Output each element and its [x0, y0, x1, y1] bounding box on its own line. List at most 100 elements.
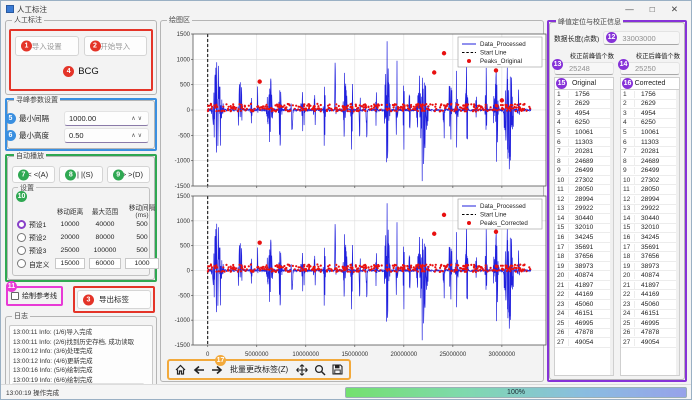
table-row[interactable]: 2446151 — [621, 310, 679, 320]
export-labels-button[interactable]: 3 导出标签 — [77, 290, 151, 309]
table-row[interactable]: 1938973 — [555, 262, 613, 272]
peak-value: 24689 — [635, 158, 679, 165]
table-row[interactable]: 2141897 — [621, 281, 679, 291]
peak-value: 32010 — [569, 224, 613, 231]
table-row[interactable]: 1430440 — [621, 214, 679, 224]
original-table[interactable]: 15 Original 1175622629349544625051006161… — [554, 77, 614, 376]
table-row[interactable]: 1837656 — [621, 252, 679, 262]
table-row[interactable]: 2647878 — [555, 329, 613, 339]
back-icon[interactable] — [192, 363, 205, 376]
table-row[interactable]: 1228994 — [621, 195, 679, 205]
table-row[interactable]: 510061 — [621, 128, 679, 138]
table-row[interactable]: 46250 — [621, 119, 679, 129]
table-row[interactable]: 2141897 — [555, 281, 613, 291]
peak-value: 35691 — [635, 244, 679, 251]
table-row[interactable]: 1128050 — [621, 185, 679, 195]
table-row[interactable]: 1532010 — [555, 224, 613, 234]
table-row[interactable]: 1329922 — [555, 205, 613, 215]
table-row[interactable]: 11756 — [621, 90, 679, 100]
table-row[interactable]: 1837656 — [555, 252, 613, 262]
peak-value: 6250 — [569, 119, 613, 126]
table-row[interactable]: 34954 — [621, 109, 679, 119]
log-box[interactable]: 13:00:11 Info: (1/6)导入完成13:00:11 Info: (… — [9, 325, 153, 388]
row-index: 20 — [621, 272, 635, 279]
table-row[interactable]: 1228994 — [555, 195, 613, 205]
table-row[interactable]: 1532010 — [621, 224, 679, 234]
table-row[interactable]: 1735691 — [555, 243, 613, 253]
spinner-chevrons-icon[interactable]: ∧∨ — [131, 132, 144, 139]
import-settings-button[interactable]: 1 导入设置 — [15, 36, 79, 56]
original-table-scrollbar[interactable] — [610, 90, 613, 375]
batch-edit-labels-button[interactable]: 批量更改标签(Z) — [228, 364, 290, 375]
home-icon[interactable] — [174, 363, 187, 376]
progress-bar: 100% — [345, 387, 687, 398]
corrected-table[interactable]: 16 Corrected 117562262934954462505100616… — [620, 77, 680, 376]
pause-button[interactable]: 8 | |(S) — [59, 166, 102, 183]
preset-value-input[interactable]: 60000 — [89, 258, 121, 269]
row-index: 5 — [621, 129, 635, 136]
table-row[interactable]: 720281 — [621, 147, 679, 157]
preset-radio[interactable] — [17, 246, 26, 255]
table-row[interactable]: 824689 — [555, 157, 613, 167]
preset-radio[interactable] — [17, 233, 26, 242]
table-row[interactable]: 11756 — [555, 90, 613, 100]
table-row[interactable]: 926499 — [621, 166, 679, 176]
maximize-button[interactable]: □ — [650, 4, 655, 14]
table-row[interactable]: 510061 — [555, 128, 613, 138]
after-count-field[interactable]: 25250 — [620, 62, 680, 75]
table-row[interactable]: 34954 — [555, 109, 613, 119]
table-row[interactable]: 2244169 — [555, 290, 613, 300]
pan-icon[interactable] — [295, 363, 308, 376]
preset-value: 80000 — [87, 234, 123, 241]
before-count-field[interactable]: 25248 — [554, 62, 614, 75]
step-back-button[interactable]: 7 < <(A) — [12, 166, 55, 183]
preset-radio[interactable] — [17, 259, 26, 268]
plot-corrected[interactable]: -1500-1000-50005001000150005000000100000… — [163, 191, 551, 359]
preset-value-input[interactable]: 1000 — [125, 258, 159, 269]
table-row[interactable]: 22629 — [555, 100, 613, 110]
preset-value-input[interactable]: 15000 — [55, 258, 85, 269]
table-row[interactable]: 2749054 — [621, 338, 679, 348]
plot-original[interactable]: -1500-1000-500050010001500Data_Processed… — [163, 29, 551, 191]
minimize-button[interactable]: — — [625, 4, 634, 14]
table-row[interactable]: 1027302 — [621, 176, 679, 186]
corrected-table-scrollbar[interactable] — [676, 90, 679, 375]
min-interval-spinbox[interactable]: 1000.00 ∧∨ — [64, 111, 149, 126]
table-row[interactable]: 22629 — [621, 100, 679, 110]
reference-line-checkbox[interactable] — [11, 292, 19, 300]
table-row[interactable]: 1634245 — [621, 233, 679, 243]
table-row[interactable]: 1938973 — [621, 262, 679, 272]
table-row[interactable]: 720281 — [555, 147, 613, 157]
step-forward-button[interactable]: 9 > >(D) — [107, 166, 150, 183]
table-row[interactable]: 1329922 — [621, 205, 679, 215]
table-row[interactable]: 2446151 — [555, 310, 613, 320]
table-row[interactable]: 1430440 — [555, 214, 613, 224]
table-row[interactable]: 926499 — [555, 166, 613, 176]
table-row[interactable]: 611303 — [555, 138, 613, 148]
peak-value: 37656 — [569, 253, 613, 260]
table-row[interactable]: 2345060 — [555, 300, 613, 310]
table-row[interactable]: 2040874 — [621, 271, 679, 281]
close-button[interactable]: ✕ — [671, 4, 678, 15]
table-row[interactable]: 2244169 — [621, 290, 679, 300]
table-row[interactable]: 824689 — [621, 157, 679, 167]
min-height-spinbox[interactable]: 0.50 ∧∨ — [64, 128, 149, 143]
table-row[interactable]: 1735691 — [621, 243, 679, 253]
save-icon[interactable] — [331, 363, 344, 376]
peak-value: 29922 — [635, 205, 679, 212]
preset-radio[interactable] — [17, 220, 26, 229]
table-row[interactable]: 2546995 — [555, 319, 613, 329]
table-row[interactable]: 2647878 — [621, 329, 679, 339]
table-row[interactable]: 2546995 — [621, 319, 679, 329]
spinner-chevrons-icon[interactable]: ∧∨ — [131, 115, 144, 122]
table-row[interactable]: 611303 — [621, 138, 679, 148]
table-row[interactable]: 1634245 — [555, 233, 613, 243]
zoom-icon[interactable] — [313, 363, 326, 376]
table-row[interactable]: 2749054 — [555, 338, 613, 348]
table-row[interactable]: 1027302 — [555, 176, 613, 186]
table-row[interactable]: 2040874 — [555, 271, 613, 281]
table-row[interactable]: 46250 — [555, 119, 613, 129]
table-row[interactable]: 1128050 — [555, 185, 613, 195]
start-import-button[interactable]: 2 开始导入 — [84, 36, 148, 56]
table-row[interactable]: 2345060 — [621, 300, 679, 310]
